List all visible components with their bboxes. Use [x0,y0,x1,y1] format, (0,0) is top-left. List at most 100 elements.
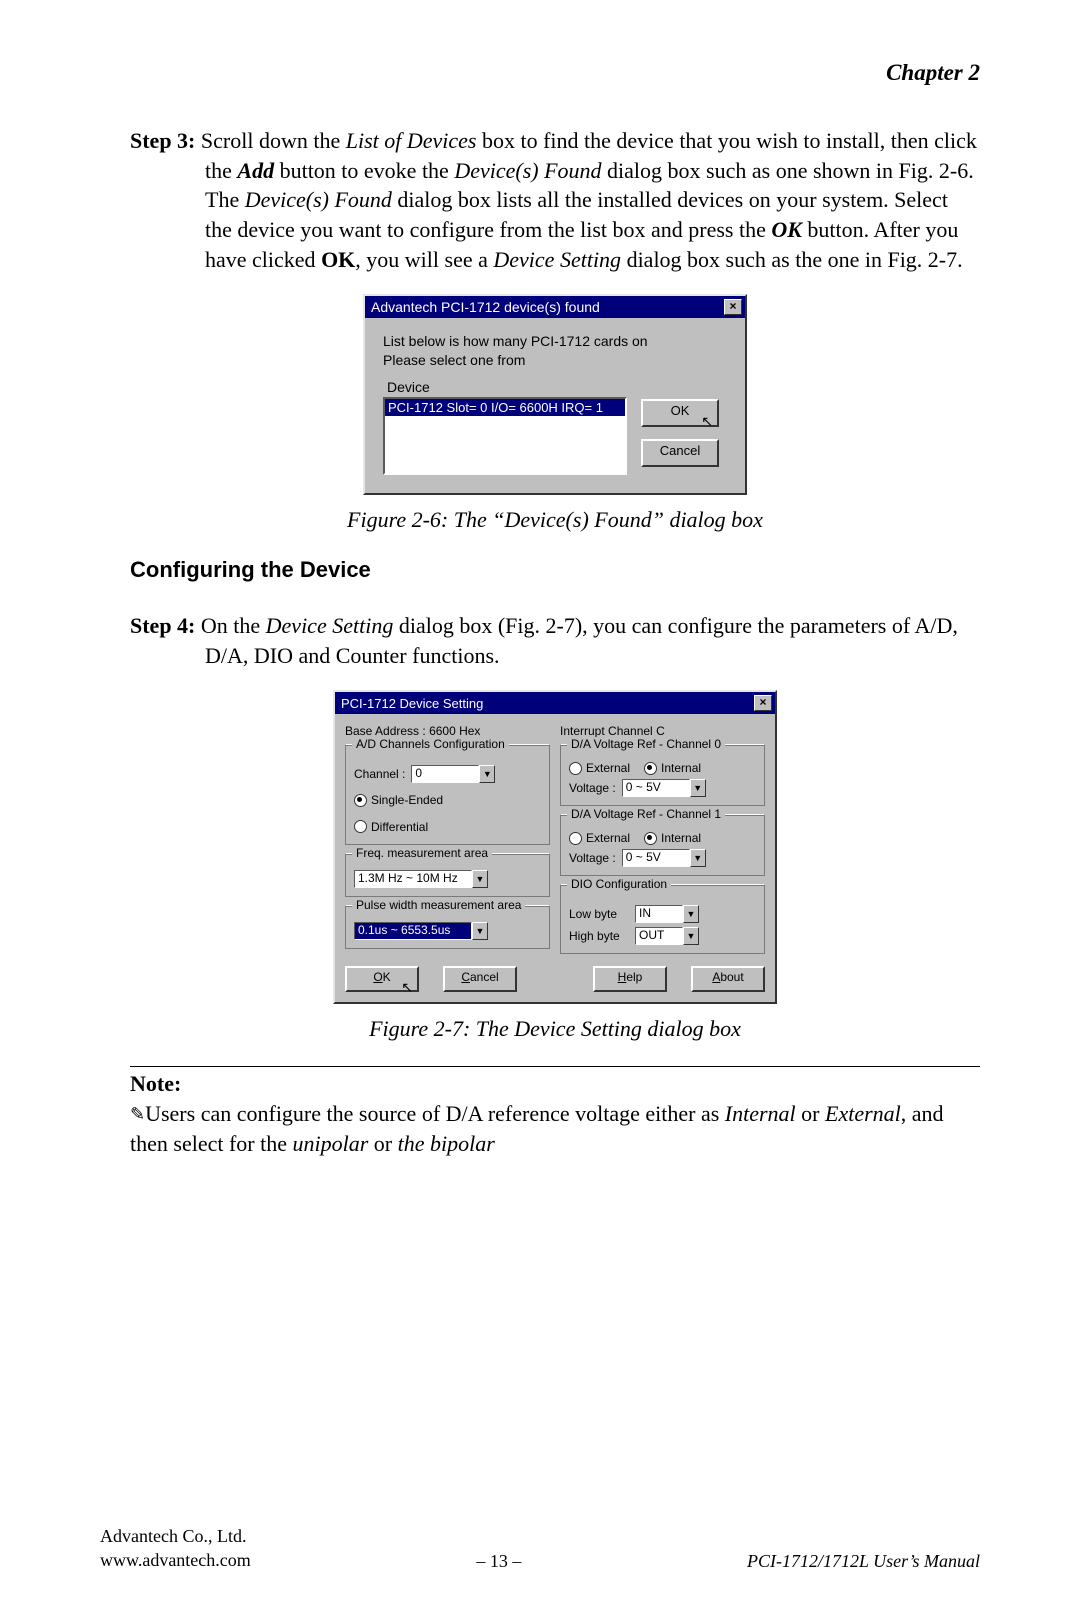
external-radio[interactable]: External [569,831,630,845]
group-legend: Pulse width measurement area [352,898,525,912]
close-icon[interactable]: × [754,695,772,711]
chevron-down-icon[interactable]: ▼ [690,849,706,867]
group-legend: A/D Channels Configuration [352,737,509,751]
footer-url: www.advantech.com [100,1549,251,1572]
note-label: Note: [130,1071,980,1097]
page-footer: Advantech Co., Ltd. www.advantech.com – … [100,1525,980,1572]
ok-button[interactable]: OK ↖ [641,399,719,427]
text-bold: OK [321,247,355,272]
radio-icon [569,762,582,775]
single-ended-radio[interactable]: Single-Ended [354,793,443,807]
external-radio[interactable]: External [569,761,630,775]
radio-label: Single-Ended [371,793,443,807]
da1-group: D/A Voltage Ref - Channel 1 External Int… [560,814,765,876]
radio-label: External [586,761,630,775]
text-italic: Device Setting [493,247,621,272]
step4-paragraph: Step 4: On the Device Setting dialog box… [130,611,980,670]
interrupt-row: Interrupt Channel C [560,724,765,738]
page-number: – 13 – [476,1551,521,1572]
voltage0-dropdown[interactable]: 0 ~ 5V ▼ [622,779,706,797]
help-button[interactable]: Help [593,966,667,992]
label: Base Address : [345,724,426,738]
chevron-down-icon[interactable]: ▼ [479,765,495,783]
dropdown-value: IN [635,905,683,923]
cancel-button[interactable]: Cancel [641,439,719,467]
differential-radio[interactable]: Differential [354,820,428,834]
step4-label: Step 4: [130,613,195,638]
label: Interrupt Channel [560,724,653,738]
high-byte-dropdown[interactable]: OUT ▼ [635,927,699,945]
pencil-icon: ✎ [130,1102,145,1126]
dropdown-value: OUT [635,927,683,945]
radio-label: Differential [371,820,428,834]
about-button[interactable]: About [691,966,765,992]
dropdown-value: 0 ~ 5V [622,849,690,867]
text-italic: Device(s) Found [454,158,601,183]
group-legend: DIO Configuration [567,877,671,891]
ok-button[interactable]: OK ↖ [345,966,419,992]
button-label: K [383,970,391,984]
chevron-down-icon[interactable]: ▼ [683,905,699,923]
figure-caption-2-7: Figure 2-7: The Device Setting dialog bo… [130,1016,980,1042]
dialog-title: PCI-1712 Device Setting [341,696,483,711]
internal-radio[interactable]: Internal [644,831,701,845]
divider [130,1066,980,1067]
chevron-down-icon[interactable]: ▼ [472,870,488,888]
dialog-titlebar: Advantech PCI-1712 device(s) found × [365,296,745,318]
pulse-dropdown[interactable]: 0.1us ~ 6553.5us ▼ [354,922,488,940]
da0-group: D/A Voltage Ref - Channel 0 External Int… [560,744,765,806]
voltage1-dropdown[interactable]: 0 ~ 5V ▼ [622,849,706,867]
cursor-icon: ↖ [401,978,413,996]
freq-dropdown[interactable]: 1.3M Hz ~ 10M Hz ▼ [354,870,488,888]
radio-icon [644,762,657,775]
text: Scroll down the [195,128,345,153]
label: Voltage : [569,781,616,795]
text-italic: unipolar [293,1131,369,1156]
internal-radio[interactable]: Internal [644,761,701,775]
figure-caption-2-6: Figure 2-6: The “Device(s) Found” dialog… [130,507,980,533]
pulse-group: Pulse width measurement area 0.1us ~ 655… [345,905,550,949]
chevron-down-icon[interactable]: ▼ [472,922,488,940]
base-address-row: Base Address : 6600 Hex [345,724,550,738]
note-body: ✎Users can configure the source of D/A r… [130,1099,980,1158]
text-italic: Device(s) Found [245,187,392,212]
text-italic: List of Devices [346,128,477,153]
label: Channel : [354,767,405,781]
radio-icon [569,832,582,845]
ad-config-group: A/D Channels Configuration Channel : 0 ▼… [345,744,550,845]
freq-group: Freq. measurement area 1.3M Hz ~ 10M Hz … [345,853,550,897]
dialog-title: Advantech PCI-1712 device(s) found [371,299,600,315]
text-bold: OK [771,217,802,242]
cursor-icon: ↖ [701,411,713,431]
close-icon[interactable]: × [724,299,742,315]
device-listbox[interactable]: PCI-1712 Slot= 0 I/O= 6600H IRQ= 1 [383,397,627,475]
text-italic: Device Setting [266,613,394,638]
list-item[interactable]: PCI-1712 Slot= 0 I/O= 6600H IRQ= 1 [385,399,625,416]
radio-icon [354,820,367,833]
text: dialog box such as the one in Fig. 2-7. [621,247,963,272]
chevron-down-icon[interactable]: ▼ [683,927,699,945]
radio-icon [354,794,367,807]
text: , you will see a [355,247,493,272]
text-italic: the bipolar [398,1131,495,1156]
text: or [368,1131,397,1156]
label: High byte [569,929,629,943]
device-setting-dialog: PCI-1712 Device Setting × Base Address :… [333,690,777,1004]
text: List below is how many PCI-1712 cards on [383,332,731,350]
text-bold: Add [237,158,274,183]
channel-dropdown[interactable]: 0 ▼ [411,765,495,783]
dropdown-value: 0.1us ~ 6553.5us [354,922,472,940]
value: 6600 Hex [429,724,480,738]
cancel-button[interactable]: Cancel [443,966,517,992]
text: Users can configure the source of D/A re… [145,1101,725,1126]
label: Low byte [569,907,629,921]
low-byte-dropdown[interactable]: IN ▼ [635,905,699,923]
chapter-header: Chapter 2 [130,60,980,86]
value: C [656,724,665,738]
text-italic: External [825,1101,901,1126]
dialog-message: List below is how many PCI-1712 cards on… [383,332,731,368]
text: button to evoke the [274,158,454,183]
devices-found-dialog: Advantech PCI-1712 device(s) found × Lis… [363,294,747,494]
chevron-down-icon[interactable]: ▼ [690,779,706,797]
dropdown-value: 0 [411,765,479,783]
